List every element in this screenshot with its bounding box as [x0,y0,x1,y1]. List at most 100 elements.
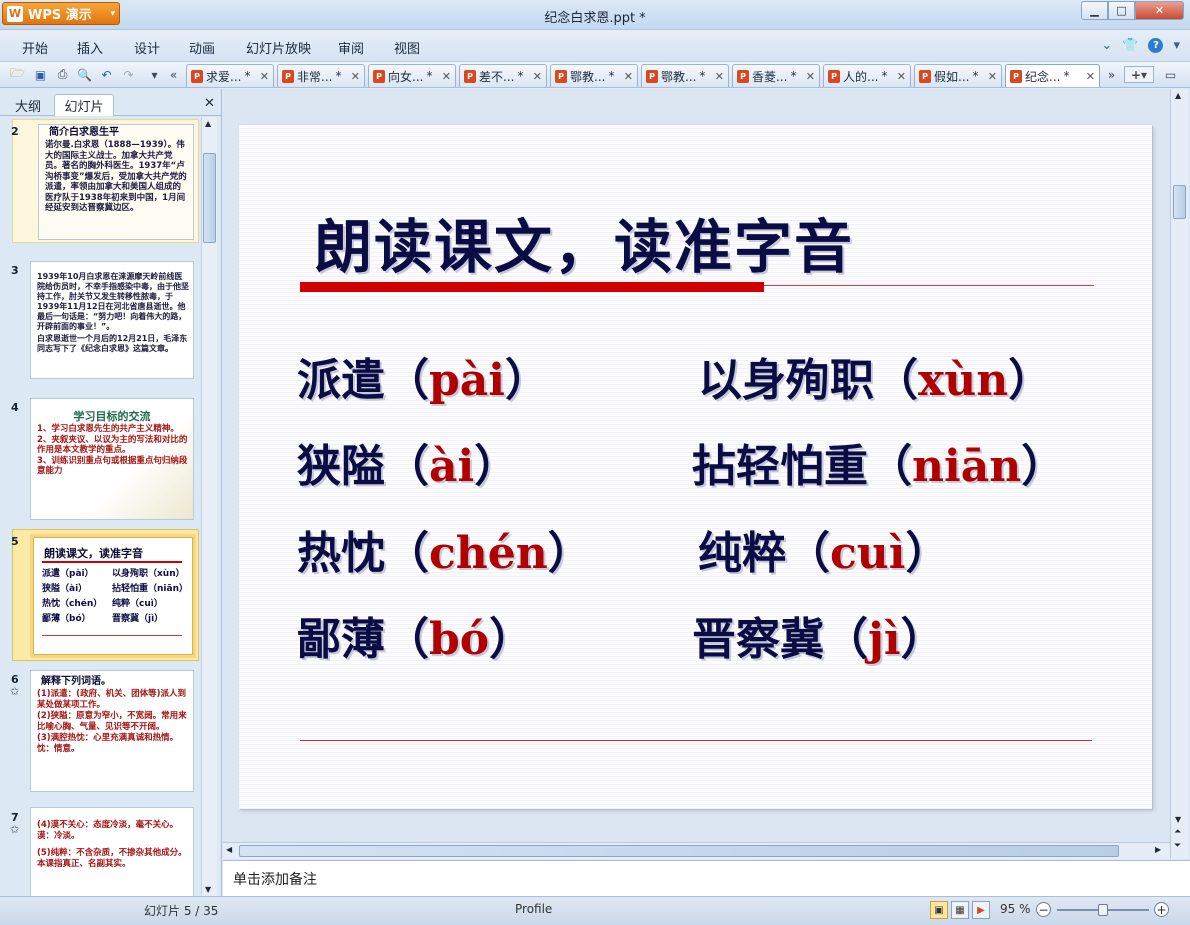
menu-view[interactable]: 视图 [394,38,420,57]
close-tab-icon[interactable]: ✕ [806,70,815,83]
vocab-pinyin: pài [429,355,505,406]
doc-tab[interactable]: P 求爱... * ✕ [186,64,274,87]
slide-thumbnail[interactable]: 1939年10月白求恩在涞源摩天岭前线医院给伤员时，不幸手指感染中毒，由于他坚持… [30,261,194,379]
menu-home[interactable]: 开始 [22,38,48,57]
profile-label[interactable]: Profile [515,902,552,916]
doc-tab[interactable]: P 鄂教... * ✕ [641,64,729,87]
slide-thumbnail[interactable]: (4)漠不关心：态度冷淡，毫不关心。漠：冷淡。 (5)纯粹：不含杂质，不掺杂其他… [30,807,194,896]
menu-design[interactable]: 设计 [134,38,160,57]
vocab-entry[interactable]: 晋察冀（jì） [692,603,945,667]
vocab-pinyin: xùn [918,355,1009,406]
menu-animation[interactable]: 动画 [189,38,215,57]
tab-scroll-left-icon[interactable]: « [165,66,182,83]
menu-slideshow[interactable]: 幻灯片放映 [246,38,311,57]
notes-pane[interactable]: 单击添加备注 [223,860,1190,896]
maximize-button[interactable]: □ [1108,1,1135,20]
vocab-entry[interactable]: 以身殉职（xùn） [698,344,1052,408]
editor-vertical-scrollbar[interactable]: ▲ ▼ ⏶ ⏷ [1170,89,1188,859]
vocab-entry[interactable]: 鄙薄（bó） [297,603,533,667]
doc-tab[interactable]: P 差不... * ✕ [459,64,547,87]
scroll-up-icon[interactable]: ▲ [205,119,211,128]
zoom-out-button[interactable]: − [1036,902,1051,917]
scroll-left-icon[interactable]: ◀ [226,845,232,854]
slideshow-view-icon[interactable]: ▶ [972,901,990,919]
minimize-button[interactable]: ▁ [1081,1,1108,20]
open-folder-icon[interactable]: 🗁 [9,66,26,83]
doc-tab[interactable]: P 非常... * ✕ [277,64,365,87]
close-panel-icon[interactable]: ✕ [204,96,215,111]
slide-canvas[interactable]: 朗读课文，读准字音 派遣（pài） 以身殉职（xùn） 狭隘（ài） 拈轻怕重（… [239,125,1152,809]
slide-thumbnail-selected[interactable]: 朗读课文，读准字音 派遣（pài） 以身殉职（xùn） 狭隘（ài） 拈轻怕重（… [30,534,196,658]
doc-tab[interactable]: P 向女... * ✕ [368,64,456,87]
menu-insert[interactable]: 插入 [77,38,103,57]
ppt-file-icon: P [555,69,567,83]
redo-icon[interactable]: ↷ [120,66,137,83]
scroll-up-icon[interactable]: ▲ [1175,91,1181,100]
scrollbar-thumb[interactable] [239,845,1119,857]
close-tab-icon[interactable]: ✕ [715,70,724,83]
print-icon[interactable]: ⎙ [54,66,71,83]
chevron-down-icon[interactable]: ⌄ [1101,38,1112,53]
vocab-entry[interactable]: 热忱（chén） [297,517,592,581]
thumb-text: 鄙薄（bó） [42,614,91,624]
title-underline-thin [764,285,1094,286]
close-tab-icon[interactable]: ✕ [351,70,360,83]
vocab-entry[interactable]: 拈轻怕重（niān） [692,430,1065,494]
slide-thumbnail[interactable]: 解释下列词语。 (1)派遣：(政府、机关、团体等)派人到某处做某项工作。 (2)… [30,670,194,792]
doc-tab[interactable]: P 人的... * ✕ [823,64,911,87]
next-slide-icon[interactable]: ⏷ [1174,841,1181,851]
previous-slide-icon[interactable]: ⏶ [1174,827,1181,837]
zoom-in-button[interactable]: + [1154,902,1169,917]
new-tab-plus-icon[interactable]: +▾ [1124,66,1154,83]
notes-placeholder[interactable]: 单击添加备注 [233,869,317,889]
scrollbar-thumb[interactable] [203,153,216,243]
scroll-down-icon[interactable]: ▼ [1175,815,1181,824]
normal-view-icon[interactable]: ▣ [930,901,948,919]
close-tab-icon[interactable]: ✕ [988,70,997,83]
close-tab-icon[interactable]: ✕ [442,70,451,83]
close-tab-icon[interactable]: ✕ [1086,70,1095,83]
tab-slides[interactable]: 幻灯片 [54,94,114,116]
print-preview-icon[interactable]: 🔍 [76,66,93,83]
vocab-word: 狭隘 [297,441,385,492]
thumb-text: 2、夹叙夹议、以议为主的写法和对比的作用是本文教学的重点。 [37,434,188,456]
doc-tab[interactable]: P 香菱... * ✕ [732,64,820,87]
menu-bar: 开始 插入 设计 动画 幻灯片放映 审阅 视图 ⌄ 👕 ? ▾ [0,30,1190,61]
scroll-right-icon[interactable]: ▶ [1155,845,1161,854]
zoom-slider-thumb[interactable] [1098,904,1108,916]
zoom-level: 95 % [1000,902,1031,916]
scroll-down-icon[interactable]: ▼ [205,885,211,894]
close-tab-icon[interactable]: ✕ [260,70,269,83]
ppt-file-icon: P [282,69,294,83]
doc-tab-label: 纪念... [1025,69,1061,84]
thumbnail-scrollbar[interactable]: ▲ ▼ [201,117,217,896]
doc-tab-active[interactable]: P 纪念... * ✕ [1005,64,1100,87]
close-tab-icon[interactable]: ✕ [624,70,633,83]
skin-shirt-icon[interactable]: 👕 [1122,38,1138,53]
doc-tab[interactable]: P 鄂教... * ✕ [550,64,638,87]
editor-horizontal-scrollbar[interactable]: ◀ ▶ [223,842,1170,859]
save-icon[interactable]: ▣ [32,66,49,83]
close-window-button[interactable]: ✕ [1135,1,1184,20]
menu-review[interactable]: 审阅 [338,38,364,57]
help-icon[interactable]: ? [1148,38,1164,53]
doc-tab[interactable]: P 假如... * ✕ [914,64,1002,87]
toolbar-dropdown-icon[interactable]: ▾ [146,66,163,83]
undo-icon[interactable]: ↶ [98,66,115,83]
vocab-pinyin: chén [429,528,548,579]
close-tab-icon[interactable]: ✕ [897,70,906,83]
close-tab-icon[interactable]: ✕ [533,70,542,83]
ppt-file-icon: P [919,69,931,83]
slide-thumbnail[interactable]: 学习目标的交流 1、学习白求恩先生的共产主义精神。 2、夹叙夹议、以议为主的写法… [30,398,194,520]
tab-outline[interactable]: 大纲 [8,94,48,116]
tab-list-icon[interactable]: ▭ [1162,66,1179,83]
slide-sorter-view-icon[interactable]: ▦ [951,901,969,919]
chevron-down-icon[interactable]: ▾ [1173,38,1180,53]
vocab-entry[interactable]: 狭隘（ài） [297,430,518,494]
vocab-entry[interactable]: 纯粹（cuì） [698,517,950,581]
vocab-entry[interactable]: 派遣（pài） [297,344,549,408]
tab-scroll-right-icon[interactable]: » [1103,66,1120,83]
scrollbar-thumb[interactable] [1173,185,1186,219]
slide-thumbnail[interactable]: 简介白求恩生平 诺尔曼.白求恩（1888—1939）。伟大的国际主义战士。加拿大… [38,124,194,240]
slide-title[interactable]: 朗读课文，读准字音 [314,200,854,284]
